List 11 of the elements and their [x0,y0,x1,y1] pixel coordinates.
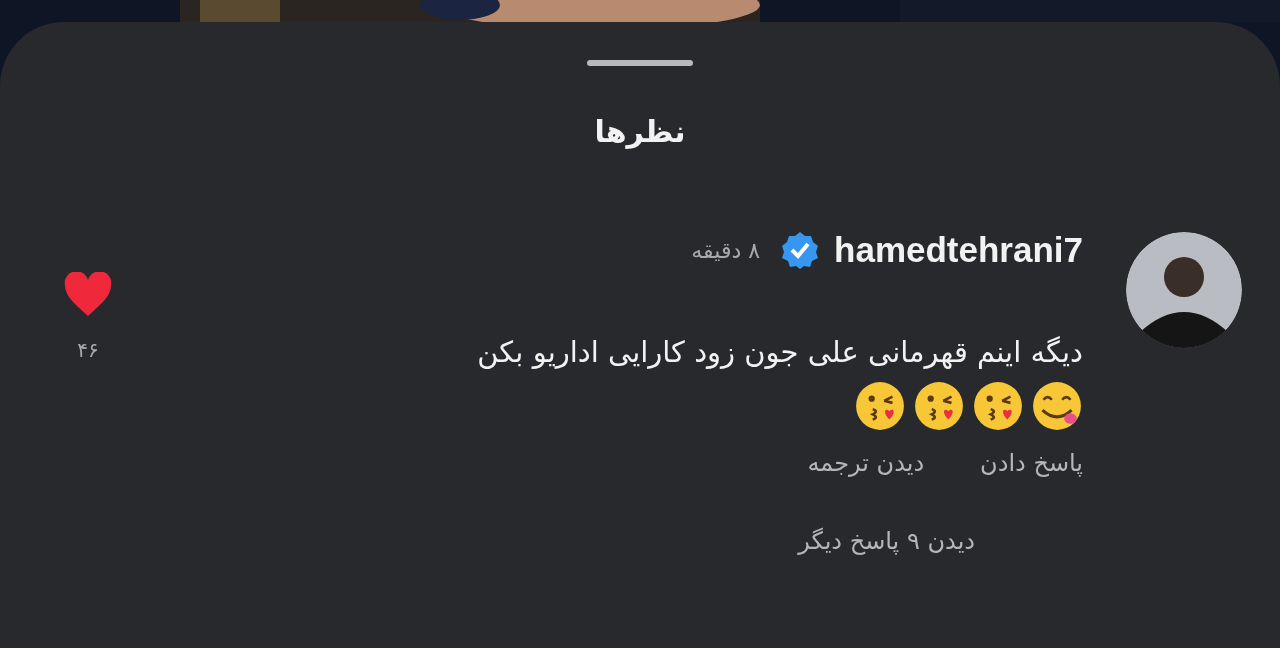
comment-text: دیگه اینم قهرمانی علی جون زود کارایی اداریو بکن [477,334,1083,371]
like-count: ۴۶ [77,338,99,362]
comment-action-link[interactable]: دیدن ترجمه [807,446,925,480]
sheet-title: نظرها [593,113,687,151]
comment-time: ۸ دقیقه [691,237,761,263]
heart-icon[interactable] [62,272,114,318]
drag-handle[interactable] [587,60,693,66]
avatar[interactable] [1126,232,1242,348]
view-replies-link[interactable]: دیدن ۹ پاسخ دیگر [798,524,975,558]
username[interactable]: hamedtehrani7 [834,230,1083,270]
comment-action-link[interactable]: پاسخ دادن [980,446,1083,480]
